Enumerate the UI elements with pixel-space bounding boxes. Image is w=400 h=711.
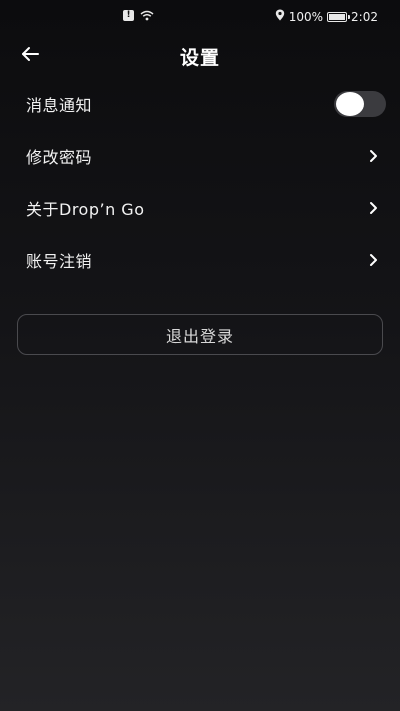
settings-item-notifications[interactable]: 消息通知 — [0, 78, 400, 130]
wifi-icon — [140, 10, 154, 21]
settings-item-label: 修改密码 — [26, 148, 93, 167]
toggle-knob — [336, 92, 364, 116]
logout-button[interactable]: 退出登录 — [17, 314, 383, 355]
status-time: 2:02 — [351, 9, 378, 24]
status-notification-icons: ! — [123, 10, 154, 21]
settings-screen: ! 100% 2:02 设置 消息通知 修改密码 关于Drop’n Go 账号注… — [0, 0, 400, 711]
page-title: 设置 — [179, 47, 220, 69]
settings-item-about[interactable]: 关于Drop’n Go — [0, 182, 400, 234]
settings-item-label: 关于Drop’n Go — [26, 200, 145, 219]
chevron-right-icon — [368, 201, 378, 215]
location-icon — [275, 9, 285, 24]
battery-icon — [327, 11, 351, 22]
app-header: 设置 — [0, 36, 400, 76]
settings-item-label: 账号注销 — [26, 252, 93, 271]
settings-list: 消息通知 修改密码 关于Drop’n Go 账号注销 — [0, 78, 400, 286]
chevron-right-icon — [368, 253, 378, 267]
status-system-info: 100% 2:02 — [275, 9, 378, 24]
chevron-right-icon — [368, 149, 378, 163]
settings-item-label: 消息通知 — [26, 96, 93, 115]
alert-icon: ! — [123, 10, 134, 21]
settings-item-delete-account[interactable]: 账号注销 — [0, 234, 400, 286]
status-bar: ! 100% 2:02 — [0, 0, 400, 36]
notifications-toggle[interactable] — [334, 91, 386, 117]
battery-percent: 100% — [288, 9, 324, 24]
settings-item-change-password[interactable]: 修改密码 — [0, 130, 400, 182]
